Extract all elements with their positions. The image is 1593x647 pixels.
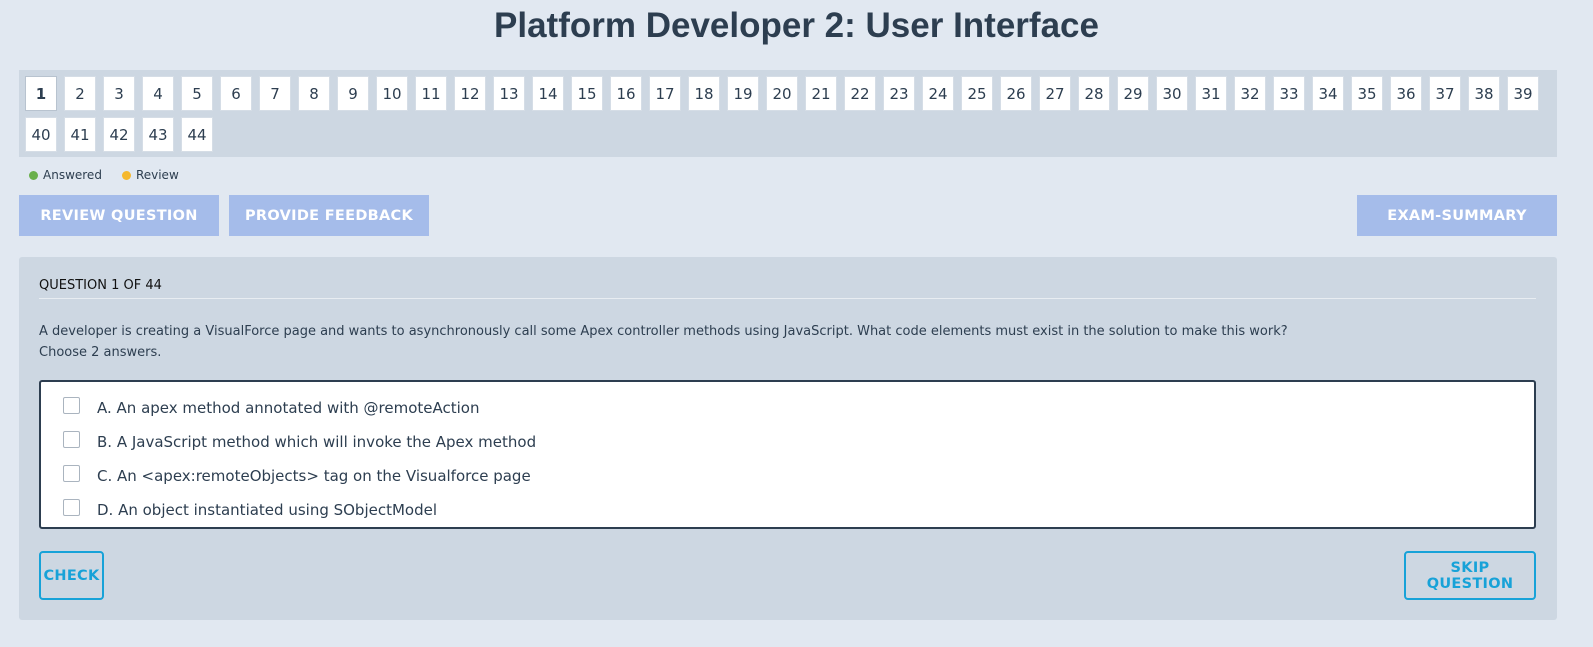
legend-answered: Answered — [29, 168, 102, 182]
question-nav-button-15[interactable]: 15 — [571, 76, 603, 111]
question-nav-button-32[interactable]: 32 — [1234, 76, 1266, 111]
question-nav-button-21[interactable]: 21 — [805, 76, 837, 111]
answer-label: D. An object instantiated using SObjectM… — [97, 501, 438, 519]
review-question-button[interactable]: REVIEW QUESTION — [19, 195, 219, 236]
answer-checkbox[interactable] — [63, 396, 80, 414]
question-nav-button-5[interactable]: 5 — [181, 76, 213, 111]
question-panel: QUESTION 1 OF 44 A developer is creating… — [19, 257, 1557, 620]
question-nav-button-22[interactable]: 22 — [844, 76, 876, 111]
answer-checkbox[interactable] — [63, 430, 80, 448]
question-nav-button-43[interactable]: 43 — [142, 117, 174, 152]
question-nav-button-24[interactable]: 24 — [922, 76, 954, 111]
check-button[interactable]: CHECK — [39, 551, 104, 600]
question-instruction: Choose 2 answers. — [39, 345, 162, 360]
question-nav-button-12[interactable]: 12 — [454, 76, 486, 111]
question-nav-button-20[interactable]: 20 — [766, 76, 798, 111]
question-nav-button-6[interactable]: 6 — [220, 76, 252, 111]
question-nav-button-13[interactable]: 13 — [493, 76, 525, 111]
question-nav-button-41[interactable]: 41 — [64, 117, 96, 152]
question-nav-button-25[interactable]: 25 — [961, 76, 993, 111]
question-nav-button-17[interactable]: 17 — [649, 76, 681, 111]
question-nav-button-34[interactable]: 34 — [1312, 76, 1344, 111]
question-nav-button-38[interactable]: 38 — [1468, 76, 1500, 111]
answer-option[interactable]: B. A JavaScript method which will invoke… — [41, 425, 1534, 459]
question-navigator: 1 2 3 4 5 6 7 8 9 10 11 12 13 14 15 16 17 18 19 20 21 22 23 24 2… — [19, 70, 1557, 157]
question-nav-button-40[interactable]: 40 — [25, 117, 57, 152]
question-nav-button-27[interactable]: 27 — [1039, 76, 1071, 111]
question-nav-button-36[interactable]: 36 — [1390, 76, 1422, 111]
provide-feedback-button[interactable]: PROVIDE FEEDBACK — [229, 195, 429, 236]
status-legend: Answered Review — [29, 168, 199, 182]
legend-review: Review — [121, 168, 179, 182]
question-nav-button-31[interactable]: 31 — [1195, 76, 1227, 111]
exam-summary-button[interactable]: EXAM-SUMMARY — [1357, 195, 1557, 236]
question-nav-button-4[interactable]: 4 — [142, 76, 174, 111]
question-nav-button-19[interactable]: 19 — [727, 76, 759, 111]
question-nav-button-30[interactable]: 30 — [1156, 76, 1188, 111]
question-nav-button-8[interactable]: 8 — [298, 76, 330, 111]
question-nav-button-7[interactable]: 7 — [259, 76, 291, 111]
question-nav-button-14[interactable]: 14 — [532, 76, 564, 111]
answer-checkbox[interactable] — [63, 498, 80, 516]
review-dot-icon — [121, 170, 131, 180]
answered-dot-icon — [29, 170, 38, 180]
question-counter: QUESTION 1 OF 44 — [39, 278, 1536, 299]
answer-label: B. A JavaScript method which will invoke… — [97, 433, 537, 451]
question-nav-button-9[interactable]: 9 — [337, 76, 369, 111]
question-nav-button-1[interactable]: 1 — [25, 76, 57, 111]
question-text: A developer is creating a VisualForce pa… — [39, 324, 1288, 339]
legend-review-label: Review — [135, 168, 179, 182]
question-nav-button-16[interactable]: 16 — [610, 76, 642, 111]
skip-question-button[interactable]: SKIP QUESTION — [1404, 551, 1536, 600]
question-nav-button-35[interactable]: 35 — [1351, 76, 1383, 111]
answer-option[interactable]: C. An <apex:remoteObjects> tag on the Vi… — [41, 459, 1534, 493]
page-title: Platform Developer 2: User Interface — [494, 6, 1099, 45]
question-nav-button-10[interactable]: 10 — [376, 76, 408, 111]
question-nav-button-37[interactable]: 37 — [1429, 76, 1461, 111]
question-nav-button-23[interactable]: 23 — [883, 76, 915, 111]
question-nav-button-44[interactable]: 44 — [181, 117, 213, 152]
question-nav-button-26[interactable]: 26 — [1000, 76, 1032, 111]
question-nav-button-42[interactable]: 42 — [103, 117, 135, 152]
question-nav-button-11[interactable]: 11 — [415, 76, 447, 111]
answer-checkbox[interactable] — [63, 464, 80, 482]
question-nav-button-28[interactable]: 28 — [1078, 76, 1110, 111]
answer-label: C. An <apex:remoteObjects> tag on the Vi… — [97, 467, 531, 485]
question-nav-button-39[interactable]: 39 — [1507, 76, 1539, 111]
legend-answered-label: Answered — [43, 168, 102, 182]
answer-label: A. An apex method annotated with @remote… — [97, 399, 480, 417]
question-body: A developer is creating a VisualForce pa… — [39, 321, 1536, 363]
question-nav-button-3[interactable]: 3 — [103, 76, 135, 111]
answer-options: A. An apex method annotated with @remote… — [39, 380, 1536, 529]
question-nav-button-18[interactable]: 18 — [688, 76, 720, 111]
answer-option[interactable]: D. An object instantiated using SObjectM… — [41, 493, 1534, 527]
question-nav-button-33[interactable]: 33 — [1273, 76, 1305, 111]
answer-option[interactable]: A. An apex method annotated with @remote… — [41, 391, 1534, 425]
question-nav-button-2[interactable]: 2 — [64, 76, 96, 111]
question-nav-button-29[interactable]: 29 — [1117, 76, 1149, 111]
